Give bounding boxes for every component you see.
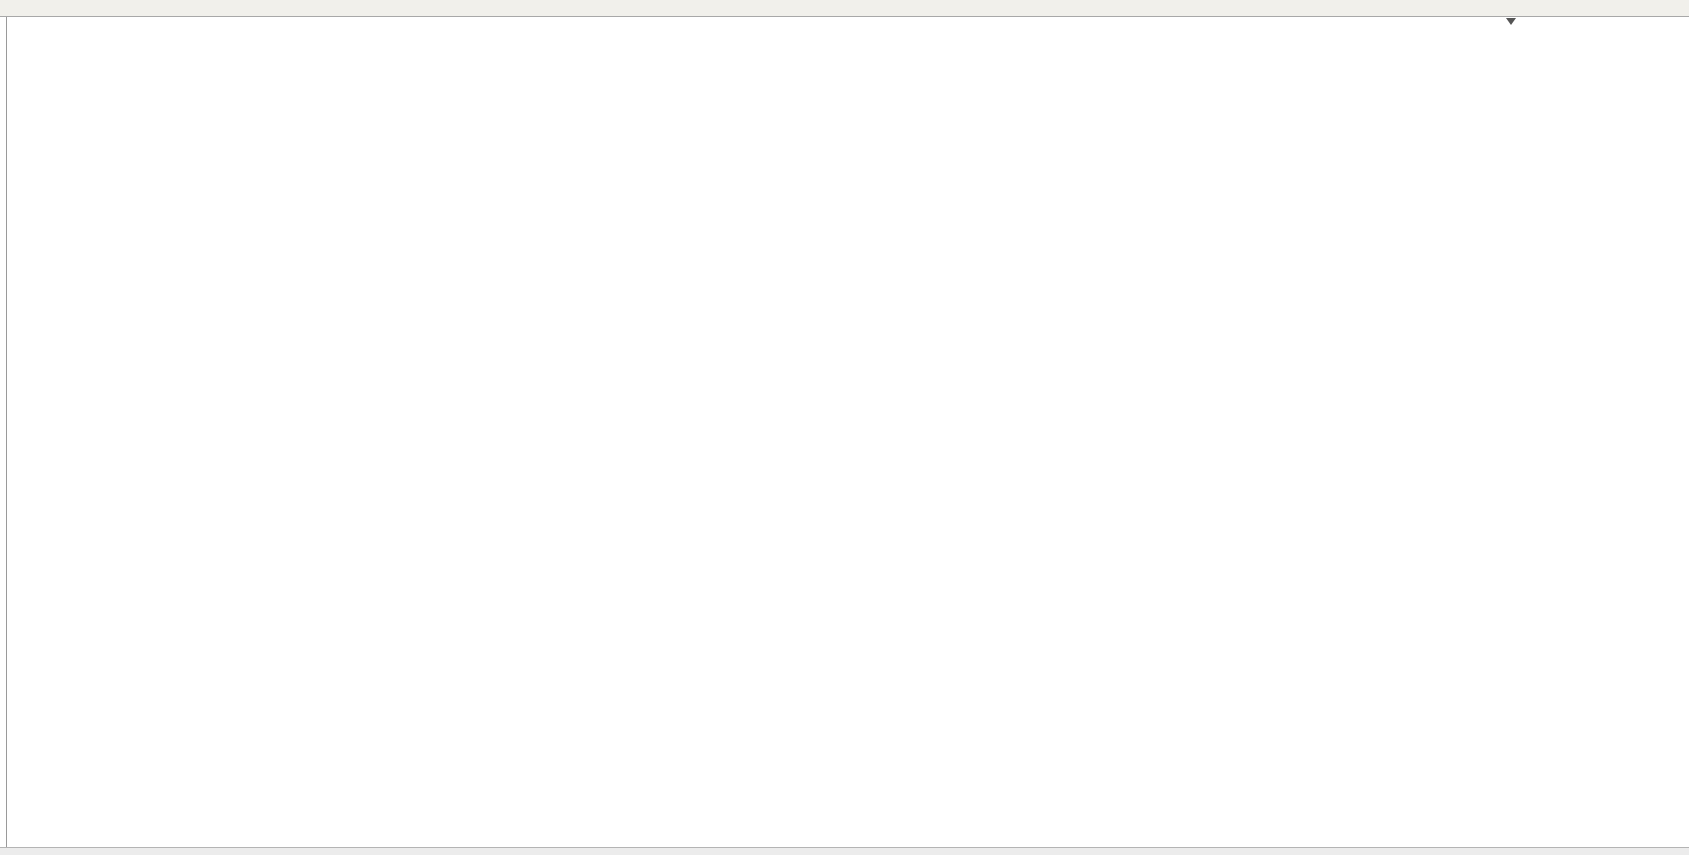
main-toolbar: [0, 0, 1689, 17]
trend-arrow[interactable]: [0, 0, 1689, 855]
